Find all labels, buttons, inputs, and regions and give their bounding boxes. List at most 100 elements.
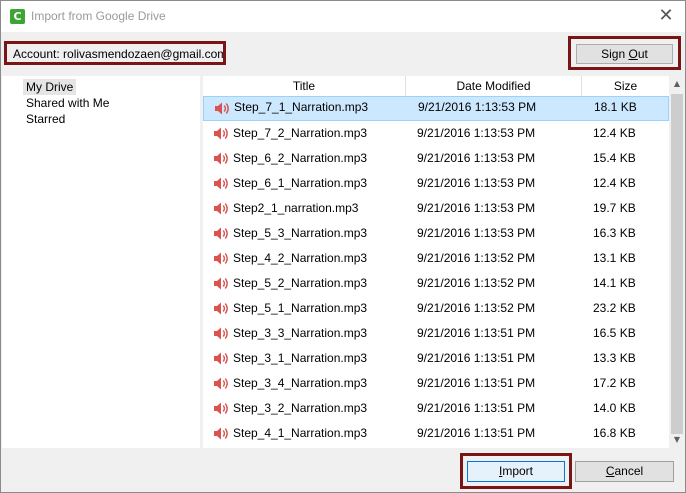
file-title: Step_6_2_Narration.mp3 [233, 151, 368, 165]
speaker-icon [212, 321, 230, 346]
file-title: Step_3_4_Narration.mp3 [233, 376, 368, 390]
file-row[interactable]: Step_3_2_Narration.mp3 9/21/2016 1:13:51 … [203, 396, 669, 421]
speaker-icon [212, 296, 230, 321]
file-date-modified: 9/21/2016 1:13:53 PM [417, 226, 536, 240]
file-title: Step_3_2_Narration.mp3 [233, 401, 368, 415]
file-list-pane: Title Date Modified Size Step_7_1_Narrat… [203, 76, 685, 448]
file-size: 16.8 KB [593, 426, 636, 440]
file-date-modified: 9/21/2016 1:13:52 PM [417, 251, 536, 265]
file-date-modified: 9/21/2016 1:13:53 PM [417, 201, 536, 215]
file-title: Step_5_3_Narration.mp3 [233, 226, 368, 240]
speaker-icon [212, 396, 230, 421]
sign-out-accelerator: O [628, 47, 638, 61]
file-row[interactable]: Step_4_2_Narration.mp3 9/21/2016 1:13:52 … [203, 246, 669, 271]
file-size: 13.3 KB [593, 351, 636, 365]
file-row[interactable]: Step_5_3_Narration.mp3 9/21/2016 1:13:53 … [203, 221, 669, 246]
file-size: 14.0 KB [593, 401, 636, 415]
speaker-icon [212, 196, 230, 221]
file-date-modified: 9/21/2016 1:13:51 PM [417, 326, 536, 340]
scroll-down-arrow-icon[interactable]: ▼ [669, 432, 685, 448]
file-row[interactable]: Step_3_1_Narration.mp3 9/21/2016 1:13:51 … [203, 346, 669, 371]
speaker-icon [212, 121, 230, 146]
file-table-body: Step_7_1_Narration.mp3 9/21/2016 1:13:53 … [203, 96, 669, 446]
file-row[interactable]: Step_5_2_Narration.mp3 9/21/2016 1:13:52 … [203, 271, 669, 296]
file-table-header: Title Date Modified Size [203, 76, 669, 97]
file-size: 16.5 KB [593, 326, 636, 340]
scroll-up-arrow-icon[interactable]: ▲ [669, 76, 685, 92]
file-row[interactable]: Step_3_4_Narration.mp3 9/21/2016 1:13:51 … [203, 371, 669, 396]
file-title: Step_4_1_Narration.mp3 [233, 426, 368, 440]
speaker-icon [212, 271, 230, 296]
file-row[interactable]: Step_6_1_Narration.mp3 9/21/2016 1:13:53 … [203, 171, 669, 196]
file-date-modified: 9/21/2016 1:13:51 PM [417, 376, 536, 390]
file-date-modified: 9/21/2016 1:13:53 PM [417, 151, 536, 165]
file-size: 19.7 KB [593, 201, 636, 215]
nav-item-shared-with-me[interactable]: Shared with Me [23, 95, 112, 111]
file-date-modified: 9/21/2016 1:13:53 PM [417, 176, 536, 190]
sign-out-highlight: Sign Out [568, 36, 681, 70]
import-button[interactable]: Import [467, 461, 565, 482]
sign-out-label-start: Sign [601, 47, 629, 61]
speaker-icon [212, 371, 230, 396]
file-date-modified: 9/21/2016 1:13:52 PM [417, 301, 536, 315]
file-size: 16.3 KB [593, 226, 636, 240]
column-header-title[interactable]: Title [203, 76, 406, 96]
file-title: Step_4_2_Narration.mp3 [233, 251, 368, 265]
file-row[interactable]: Step_4_1_Narration.mp3 9/21/2016 1:13:51 … [203, 421, 669, 446]
file-row[interactable]: Step_5_1_Narration.mp3 9/21/2016 1:13:52 … [203, 296, 669, 321]
file-size: 14.1 KB [593, 276, 636, 290]
sign-out-label-end: ut [637, 47, 648, 61]
cancel-button[interactable]: Cancel [575, 461, 674, 482]
sign-out-button[interactable]: Sign Out [576, 44, 673, 64]
file-title: Step_3_1_Narration.mp3 [233, 351, 368, 365]
file-size: 17.2 KB [593, 376, 636, 390]
file-title: Step2_1_narration.mp3 [233, 201, 359, 215]
import-highlight: Import [460, 453, 572, 489]
file-size: 12.4 KB [593, 126, 636, 140]
column-header-date-modified[interactable]: Date Modified [406, 76, 582, 96]
file-title: Step_7_2_Narration.mp3 [233, 126, 368, 140]
close-icon[interactable]: ✕ [655, 5, 677, 27]
file-row[interactable]: Step_7_2_Narration.mp3 9/21/2016 1:13:53 … [203, 121, 669, 146]
file-date-modified: 9/21/2016 1:13:51 PM [417, 351, 536, 365]
file-date-modified: 9/21/2016 1:13:53 PM [417, 126, 536, 140]
column-header-size[interactable]: Size [582, 76, 669, 96]
title-bar: C Import from Google Drive ✕ [1, 1, 685, 32]
speaker-icon [212, 171, 230, 196]
import-dialog: C Import from Google Drive ✕ Account: ro… [0, 0, 686, 493]
file-title: Step_5_1_Narration.mp3 [233, 301, 368, 315]
file-date-modified: 9/21/2016 1:13:53 PM [418, 100, 537, 114]
nav-item-starred[interactable]: Starred [23, 111, 68, 127]
file-date-modified: 9/21/2016 1:13:51 PM [417, 426, 536, 440]
vertical-scrollbar[interactable]: ▲ ▼ [669, 76, 685, 448]
drive-nav-pane: My Drive Shared with Me Starred [2, 76, 200, 448]
file-title: Step_3_3_Narration.mp3 [233, 326, 368, 340]
speaker-icon [212, 421, 230, 446]
file-row[interactable]: Step_3_3_Narration.mp3 9/21/2016 1:13:51 … [203, 321, 669, 346]
file-size: 13.1 KB [593, 251, 636, 265]
nav-item-my-drive[interactable]: My Drive [23, 79, 77, 95]
file-title: Step_6_1_Narration.mp3 [233, 176, 368, 190]
file-size: 12.4 KB [593, 176, 636, 190]
speaker-icon [212, 246, 230, 271]
account-row: Account: rolivasmendozaen@gmail.com Sign… [1, 32, 685, 76]
account-label: Account: rolivasmendozaen@gmail.com [4, 41, 226, 65]
file-size: 23.2 KB [593, 301, 636, 315]
file-date-modified: 9/21/2016 1:13:52 PM [417, 276, 536, 290]
cancel-label: ancel [614, 464, 644, 478]
file-row[interactable]: Step_6_2_Narration.mp3 9/21/2016 1:13:53 … [203, 146, 669, 171]
file-row[interactable]: Step_7_1_Narration.mp3 9/21/2016 1:13:53 … [203, 96, 669, 121]
file-size: 18.1 KB [594, 100, 637, 114]
speaker-icon [212, 146, 230, 171]
file-title: Step_5_2_Narration.mp3 [233, 276, 368, 290]
speaker-icon [212, 346, 230, 371]
file-row[interactable]: Step2_1_narration.mp3 9/21/2016 1:13:53 P… [203, 196, 669, 221]
speaker-icon [213, 96, 231, 121]
import-label: mport [502, 464, 534, 478]
speaker-icon [212, 221, 230, 246]
file-size: 15.4 KB [593, 151, 636, 165]
camtasia-app-icon: C [10, 9, 25, 24]
scrollbar-thumb[interactable] [671, 94, 683, 434]
window-title: Import from Google Drive [31, 9, 166, 23]
file-title: Step_7_1_Narration.mp3 [234, 100, 369, 114]
